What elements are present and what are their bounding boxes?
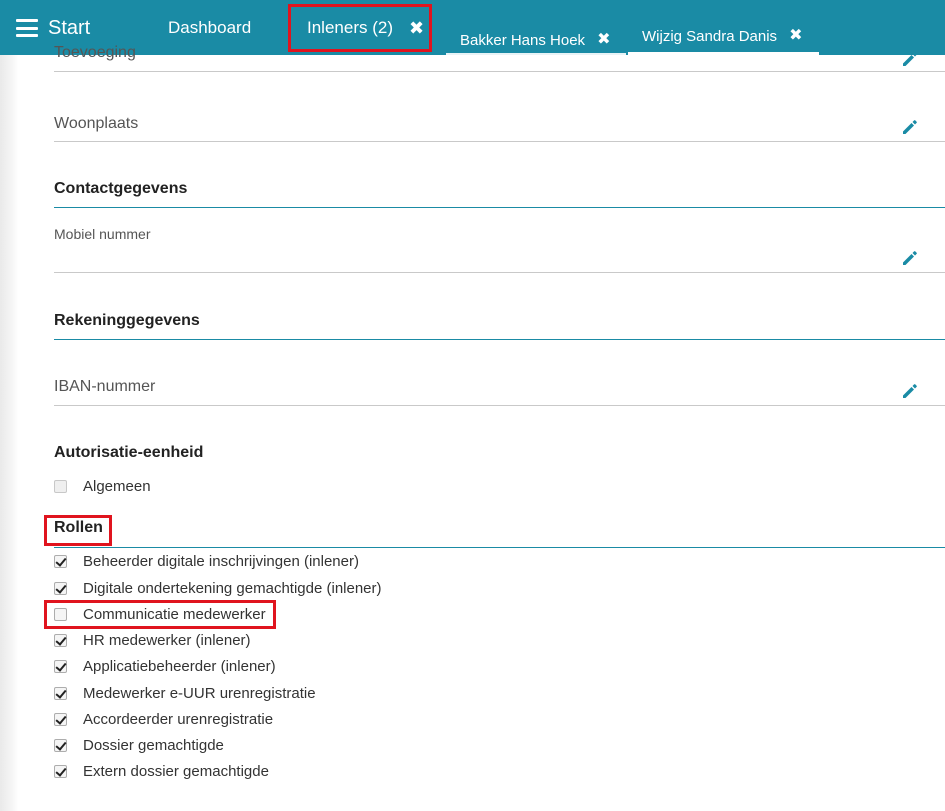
iban-field[interactable]: IBAN-nummer: [54, 372, 945, 406]
checkbox[interactable]: [54, 581, 67, 595]
toevoeging-label: Toevoeging: [54, 44, 136, 61]
tab-inleners[interactable]: Inleners (2) ✖: [307, 18, 424, 38]
mobiel-nummer-label: Mobiel nummer: [54, 226, 151, 242]
woonplaats-field[interactable]: Woonplaats: [54, 110, 945, 142]
start-menu-label: Start: [48, 16, 91, 39]
rol-item[interactable]: Applicatiebeheerder (inlener): [54, 655, 276, 677]
section-autorisatie-eenheid: Autorisatie-eenheid: [54, 444, 204, 461]
checkbox-label: Dossier gemachtigde: [83, 736, 224, 754]
tab-dashboard-label: Dashboard: [168, 18, 252, 37]
rol-item[interactable]: Extern dossier gemachtigde: [54, 760, 269, 782]
section-divider: [54, 339, 945, 340]
section-rollen: Rollen: [54, 519, 103, 536]
section-divider: [54, 547, 945, 548]
section-divider: [54, 207, 945, 208]
rol-item[interactable]: Digitale ondertekening gemachtigde (inle…: [54, 577, 382, 599]
checkbox[interactable]: [54, 712, 67, 726]
rol-item[interactable]: HR medewerker (inlener): [54, 629, 251, 651]
checkbox[interactable]: [54, 764, 67, 778]
pencil-icon[interactable]: [901, 50, 919, 68]
checkbox-label: Beheerder digitale inschrijvingen (inlen…: [83, 552, 359, 570]
checkbox[interactable]: [54, 659, 67, 673]
autorisatie-item-algemeen[interactable]: Algemeen: [54, 475, 151, 497]
checkbox[interactable]: [54, 738, 67, 752]
checkbox[interactable]: [54, 479, 67, 493]
mobiel-nummer-field[interactable]: Mobiel nummer: [54, 224, 945, 273]
section-rekeninggegevens: Rekeninggegevens: [54, 312, 200, 329]
rol-item[interactable]: Medewerker e-UUR urenregistratie: [54, 682, 316, 704]
pencil-icon[interactable]: [901, 249, 919, 267]
section-contactgegevens: Contactgegevens: [54, 180, 188, 197]
checkbox[interactable]: [54, 607, 67, 621]
checkbox[interactable]: [54, 686, 67, 700]
woonplaats-label: Woonplaats: [54, 115, 139, 132]
checkbox-label: Medewerker e-UUR urenregistratie: [83, 684, 316, 702]
close-icon[interactable]: ✖: [409, 19, 424, 37]
pencil-icon[interactable]: [901, 382, 919, 400]
left-gutter: [0, 55, 18, 811]
checkbox-label: HR medewerker (inlener): [83, 631, 251, 649]
checkbox-label: Communicatie medewerker: [83, 605, 266, 623]
checkbox-label: Algemeen: [83, 477, 151, 495]
toevoeging-field[interactable]: Toevoeging: [54, 40, 945, 72]
rol-item[interactable]: Communicatie medewerker: [54, 603, 266, 625]
tab-dashboard[interactable]: Dashboard: [168, 18, 251, 38]
pencil-icon[interactable]: [901, 118, 919, 136]
checkbox-label: Applicatiebeheerder (inlener): [83, 657, 276, 675]
iban-label: IBAN-nummer: [54, 378, 156, 395]
checkbox[interactable]: [54, 554, 67, 568]
checkbox-label: Digitale ondertekening gemachtigde (inle…: [83, 579, 382, 597]
start-menu-button[interactable]: Start: [16, 14, 90, 42]
tab-inleners-label: Inleners (2): [307, 18, 393, 37]
hamburger-icon: [16, 19, 38, 37]
checkbox-label: Extern dossier gemachtigde: [83, 762, 269, 780]
checkbox[interactable]: [54, 633, 67, 647]
rol-item[interactable]: Beheerder digitale inschrijvingen (inlen…: [54, 550, 359, 572]
checkbox-label: Accordeerder urenregistratie: [83, 710, 274, 728]
rol-item[interactable]: Dossier gemachtigde: [54, 734, 224, 756]
rol-item[interactable]: Accordeerder urenregistratie: [54, 708, 273, 730]
